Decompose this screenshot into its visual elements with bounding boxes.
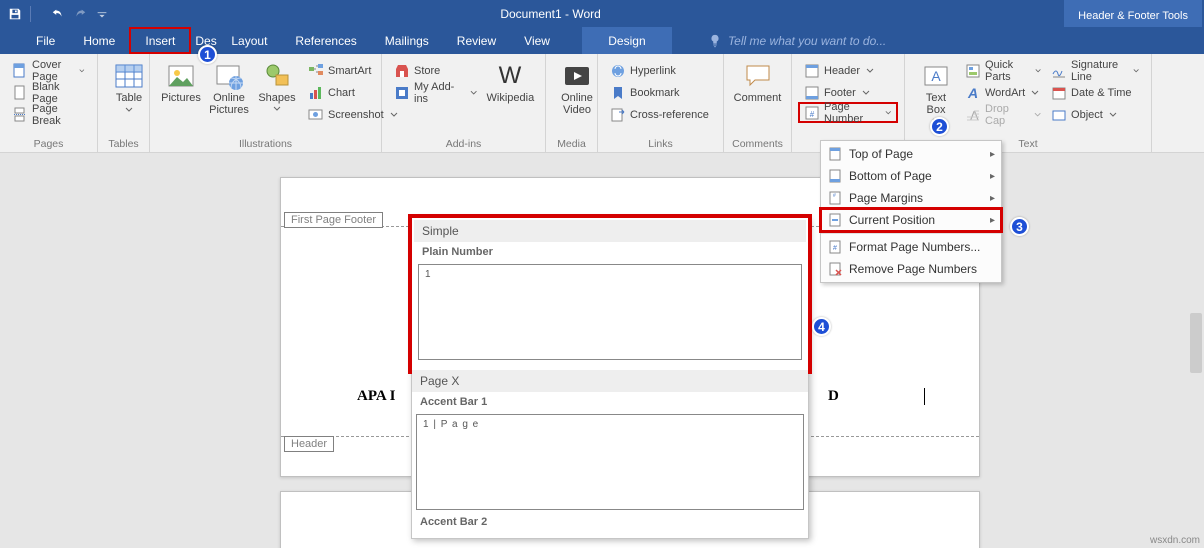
- annotation-4: 4: [812, 317, 831, 336]
- header-button[interactable]: Header: [800, 60, 896, 81]
- header-label: Header: [284, 436, 334, 452]
- signature-icon: [1051, 63, 1067, 79]
- wordart-icon: A: [965, 85, 981, 101]
- page-break-icon: [12, 107, 28, 123]
- my-addins-button[interactable]: My Add-ins: [390, 82, 482, 103]
- tab-hf-design[interactable]: Design: [582, 27, 672, 54]
- pictures-icon: [165, 60, 197, 92]
- date-time-icon: [1051, 85, 1067, 101]
- dd-page-margins[interactable]: #Page Margins▸: [821, 187, 1001, 209]
- svg-text:W: W: [499, 62, 522, 89]
- ribbon: Cover Page Blank Page Page Break Pages T…: [0, 54, 1204, 153]
- object-icon: [1051, 107, 1067, 123]
- footer-icon: [804, 85, 820, 101]
- contextual-tab-group: Header & Footer Tools: [1064, 0, 1202, 27]
- store-icon: [394, 63, 410, 79]
- annotation-3: 3: [1010, 217, 1029, 236]
- dd-format-page-numbers[interactable]: #Format Page Numbers...: [821, 236, 1001, 258]
- lightbulb-icon: [708, 34, 722, 48]
- ribbon-tabs: File Home Insert Design Layout Reference…: [0, 27, 1204, 54]
- shapes-icon: [261, 60, 293, 92]
- chart-icon: [308, 85, 324, 101]
- comment-button[interactable]: Comment: [732, 58, 783, 106]
- wikipedia-button[interactable]: WWikipedia: [484, 58, 537, 106]
- signature-line-button[interactable]: Signature Line: [1047, 60, 1143, 81]
- titlebar: Document1 - Word Header & Footer Tools: [0, 0, 1204, 27]
- redo-icon[interactable]: [73, 7, 87, 21]
- header-icon: [804, 63, 820, 79]
- smartart-icon: [308, 63, 324, 79]
- link-icon: [610, 63, 626, 79]
- tab-view[interactable]: View: [510, 27, 564, 54]
- table-icon: [113, 60, 145, 92]
- text-box-icon: A: [920, 60, 952, 92]
- scrollbar-thumb[interactable]: [1190, 313, 1202, 373]
- svg-text:A: A: [970, 108, 979, 123]
- page-break-button[interactable]: Page Break: [8, 104, 89, 125]
- comment-icon: [742, 60, 774, 92]
- annotation-1: 1: [198, 45, 217, 64]
- online-pictures-button[interactable]: Online Pictures: [206, 58, 252, 125]
- store-button[interactable]: Store: [390, 60, 482, 81]
- dd-bottom-of-page[interactable]: Bottom of Page▸: [821, 165, 1001, 187]
- gallery-accent-bar-1[interactable]: 1 | P a g e: [416, 414, 804, 510]
- online-pictures-icon: [213, 60, 245, 92]
- page-number-button[interactable]: #Page Number: [798, 102, 898, 123]
- svg-text:#: #: [833, 245, 837, 252]
- online-video-button[interactable]: Online Video: [554, 58, 600, 118]
- page-number-icon: #: [804, 105, 820, 121]
- tab-layout[interactable]: Layout: [217, 27, 281, 54]
- wikipedia-icon: W: [494, 60, 526, 92]
- table-button[interactable]: Table: [106, 58, 152, 116]
- blank-page-icon: [12, 85, 28, 101]
- tab-insert[interactable]: Insert: [129, 27, 191, 54]
- date-time-button[interactable]: Date & Time: [1047, 82, 1143, 103]
- cross-ref-icon: [610, 107, 626, 123]
- customize-qat-icon[interactable]: [95, 7, 109, 21]
- dd-remove-page-numbers[interactable]: Remove Page Numbers: [821, 258, 1001, 280]
- cover-page-button[interactable]: Cover Page: [8, 60, 89, 81]
- shapes-button[interactable]: Shapes: [254, 58, 300, 125]
- svg-text:A: A: [967, 85, 978, 101]
- tab-home[interactable]: Home: [69, 27, 129, 54]
- annotation-2: 2: [930, 117, 949, 136]
- my-addins-icon: [394, 85, 410, 101]
- pictures-button[interactable]: Pictures: [158, 58, 204, 125]
- drop-cap-button[interactable]: ADrop Cap: [961, 104, 1045, 125]
- blank-page-button[interactable]: Blank Page: [8, 82, 89, 103]
- hyperlink-button[interactable]: Hyperlink: [606, 60, 715, 81]
- cover-page-icon: [12, 63, 28, 79]
- object-button[interactable]: Object: [1047, 104, 1143, 125]
- drop-cap-icon: A: [965, 107, 981, 123]
- svg-text:#: #: [810, 110, 815, 119]
- tab-file[interactable]: File: [22, 27, 69, 54]
- tab-mailings[interactable]: Mailings: [371, 27, 443, 54]
- watermark: wsxdn.com: [1150, 535, 1200, 546]
- page-number-dropdown: Top of Page▸ Bottom of Page▸ #Page Margi…: [820, 140, 1002, 283]
- bookmark-button[interactable]: Bookmark: [606, 82, 715, 103]
- cross-reference-button[interactable]: Cross-reference: [606, 104, 715, 125]
- screenshot-icon: [308, 107, 324, 123]
- page-number-gallery: Simple Plain Number 1 Page X Accent Bar …: [411, 217, 809, 539]
- dd-top-of-page[interactable]: Top of Page▸: [821, 143, 1001, 165]
- svg-text:#: #: [833, 193, 836, 199]
- video-icon: [561, 60, 593, 92]
- save-icon[interactable]: [8, 7, 22, 21]
- gallery-plain-number-1[interactable]: 1: [418, 264, 802, 360]
- tell-me-search[interactable]: Tell me what you want to do...: [694, 27, 900, 54]
- first-page-footer-label: First Page Footer: [284, 212, 383, 228]
- quick-parts-button[interactable]: Quick Parts: [961, 60, 1045, 81]
- tab-review[interactable]: Review: [443, 27, 510, 54]
- svg-text:A: A: [931, 68, 941, 84]
- wordart-button[interactable]: AWordArt: [961, 82, 1045, 103]
- tab-references[interactable]: References: [281, 27, 370, 54]
- dd-current-position[interactable]: Current Position▸: [821, 209, 1001, 231]
- window-title: Document1 - Word: [37, 7, 1064, 21]
- bookmark-icon: [610, 85, 626, 101]
- quick-parts-icon: [965, 63, 981, 79]
